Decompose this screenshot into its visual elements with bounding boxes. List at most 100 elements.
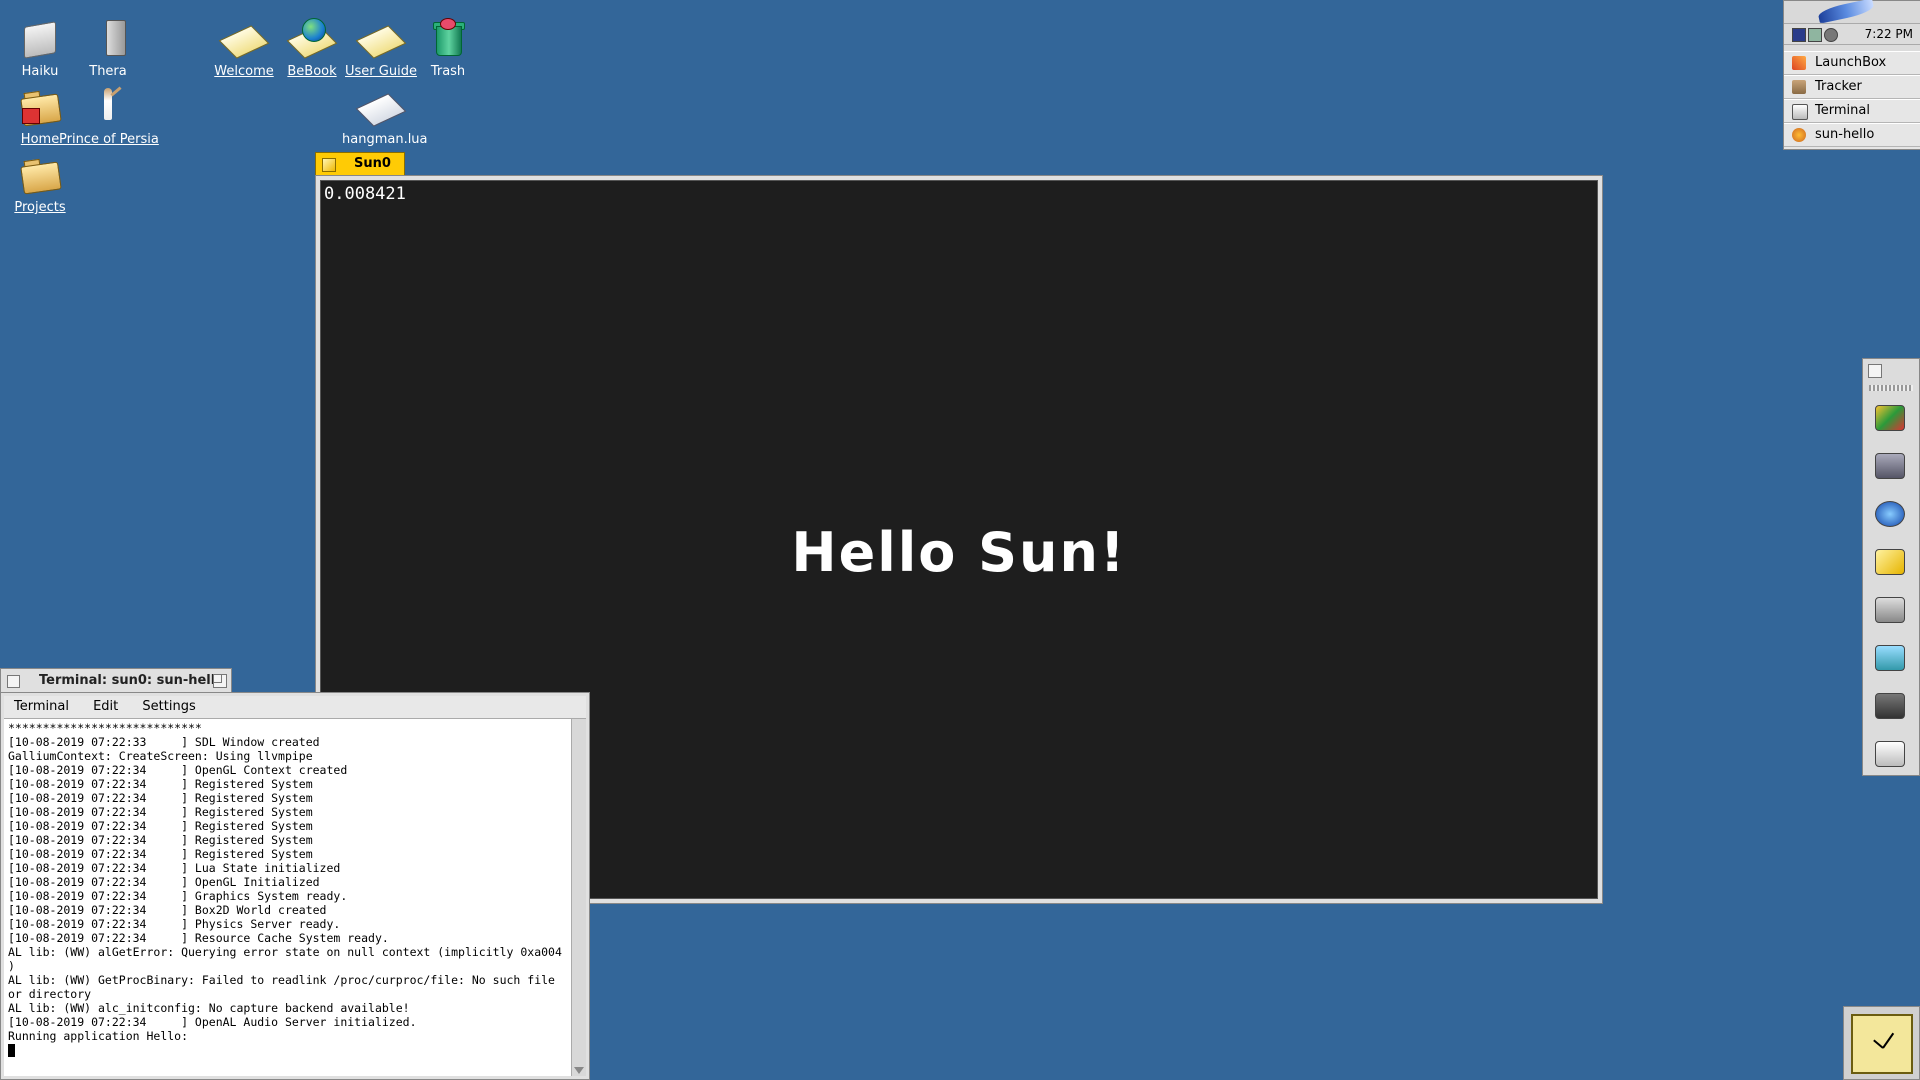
terminal-icon: [1792, 104, 1808, 120]
package-icon: [1875, 645, 1905, 671]
deskbar-app-sun-hello[interactable]: sun-hello: [1784, 123, 1920, 147]
desktop-icon-thera[interactable]: Thera: [68, 18, 148, 79]
menu-settings[interactable]: Settings: [132, 696, 205, 718]
network-icon[interactable]: [1808, 28, 1822, 42]
terminal-line: AL lib: (WW) alGetError: Querying error …: [8, 945, 562, 959]
terminal-line: ****************************: [8, 721, 202, 735]
launcher-button[interactable]: [1873, 689, 1907, 723]
menu-edit[interactable]: Edit: [83, 696, 128, 718]
terminal-line: [10-08-2019 07:22:34 ] Physics Server re…: [8, 917, 341, 931]
desktop-icon-label: BeBook: [287, 64, 337, 79]
terminal-line: [10-08-2019 07:22:34 ] Graphics System r…: [8, 889, 348, 903]
terminal-line: [10-08-2019 07:22:34 ] Registered System: [8, 847, 313, 861]
close-button[interactable]: [1868, 364, 1882, 378]
folder-icon: [18, 154, 62, 198]
document-icon: [218, 18, 270, 62]
clock-replicant[interactable]: [1843, 1006, 1920, 1080]
terminal-window-tab[interactable]: Terminal: sun0: sun-hello: [0, 668, 232, 692]
deskbar: 7:22 PM LaunchBox Tracker Terminal sun-h…: [1783, 0, 1920, 150]
terminal-line: [10-08-2019 07:22:34 ] Registered System: [8, 833, 313, 847]
terminal-line: [10-08-2019 07:22:34 ] OpenGL Initialize…: [8, 875, 320, 889]
rocket-icon: [1792, 56, 1806, 70]
desktop-icon-label: Projects: [14, 200, 66, 215]
leaf-menu-button[interactable]: [1784, 0, 1920, 24]
launcher-button[interactable]: [1873, 449, 1907, 483]
launcher-button[interactable]: [1873, 593, 1907, 627]
desktop-icon-prince-of-persia[interactable]: Prince of Persia: [59, 86, 159, 147]
deskbar-app-tracker[interactable]: Tracker: [1784, 75, 1920, 99]
trash-icon: [426, 18, 470, 62]
launcher-button[interactable]: [1873, 641, 1907, 675]
document-icon: [355, 86, 407, 130]
disk-icon: [1875, 693, 1905, 719]
home-folder-icon: [18, 86, 62, 130]
desktop-icon-label: Home: [20, 132, 60, 147]
deskbar-app-label: Tracker: [1815, 79, 1862, 94]
launcher-button[interactable]: [1873, 545, 1907, 579]
browser-icon: [1875, 501, 1905, 527]
deskbar-app-terminal[interactable]: Terminal: [1784, 99, 1920, 123]
document-icon: [355, 18, 407, 62]
globe-icon: [286, 18, 338, 62]
desktop-icon-label: Thera: [89, 64, 127, 79]
terminal-line: [10-08-2019 07:22:34 ] OpenAL Audio Serv…: [8, 1015, 417, 1029]
terminal-line: [10-08-2019 07:22:34 ] Registered System: [8, 819, 313, 833]
launcher-button[interactable]: [1873, 401, 1907, 435]
terminal-line: Running application Hello:: [8, 1029, 189, 1043]
desktop-icon-label: User Guide: [345, 64, 417, 79]
deskbar-app-launchbox[interactable]: LaunchBox: [1784, 51, 1920, 75]
menu-terminal[interactable]: Terminal: [4, 696, 79, 718]
desktop-icon-projects[interactable]: Projects: [0, 154, 80, 215]
terminal-line: GalliumContext: CreateScreen: Using llvm…: [8, 749, 313, 763]
desktop-icon-trash[interactable]: Trash: [408, 18, 488, 79]
volume-icon[interactable]: [1824, 28, 1838, 42]
app-icon: [1792, 128, 1806, 142]
scroll-down-arrow-icon[interactable]: [574, 1067, 584, 1074]
terminal-line: ): [8, 959, 15, 973]
clock-face-icon: [1851, 1014, 1913, 1074]
close-button[interactable]: [7, 675, 20, 688]
terminal-line: [10-08-2019 07:22:34 ] Registered System: [8, 777, 313, 791]
terminal-menubar: Terminal Edit Settings: [4, 696, 586, 719]
deskbar-clock[interactable]: 7:22 PM: [1865, 27, 1913, 41]
disk-icon: [86, 18, 130, 62]
terminal-window: Terminal Edit Settings *****************…: [0, 692, 590, 1080]
printer-icon: [1875, 741, 1905, 767]
desktop-icon-bebook[interactable]: BeBook: [272, 18, 352, 79]
camera-icon: [1875, 597, 1905, 623]
terminal-output[interactable]: **************************** [10-08-2019 …: [4, 719, 571, 1076]
hello-message: Hello Sun!: [791, 521, 1127, 584]
processcontroller-icon[interactable]: [1792, 28, 1806, 42]
desktop-icon-label: hangman.lua: [342, 132, 428, 147]
app-icon: [1875, 405, 1905, 431]
terminal-line: or directory: [8, 987, 92, 1001]
desktop-icon-label: Trash: [430, 64, 466, 79]
text-cursor: [8, 1044, 15, 1057]
launcher-replicant: [1862, 358, 1920, 776]
sun-window-tab[interactable]: Sun0: [315, 152, 405, 175]
desktop-icon-label: Haiku: [21, 64, 59, 79]
launcher-button[interactable]: [1873, 737, 1907, 771]
zoom-button[interactable]: [213, 674, 227, 688]
deskbar-app-label: LaunchBox: [1815, 55, 1887, 70]
deskbar-app-label: sun-hello: [1815, 127, 1875, 142]
terminal-line: AL lib: (WW) GetProcBinary: Failed to re…: [8, 973, 555, 987]
deskbar-app-label: Terminal: [1815, 103, 1870, 118]
window-title: Sun0: [354, 156, 391, 171]
drag-handle[interactable]: [1869, 385, 1913, 391]
system-tray: 7:22 PM: [1784, 24, 1920, 45]
tracker-icon: [1792, 80, 1806, 94]
launcher-button[interactable]: [1873, 497, 1907, 531]
terminal-line: [10-08-2019 07:22:34 ] Registered System: [8, 805, 313, 819]
haiku-leaf-icon: [1817, 0, 1875, 24]
terminal-line: [10-08-2019 07:22:34 ] Registered System: [8, 791, 313, 805]
terminal-line: [10-08-2019 07:22:34 ] OpenGL Context cr…: [8, 763, 348, 777]
terminal-line: [10-08-2019 07:22:34 ] Resource Cache Sy…: [8, 931, 389, 945]
desktop-icon-hangman[interactable]: hangman.lua: [341, 86, 428, 147]
frame-time-counter: 0.008421: [324, 184, 406, 204]
close-button[interactable]: [322, 158, 336, 172]
stylededit-icon: [1875, 549, 1905, 575]
desktop-icon-label: Welcome: [214, 64, 274, 79]
terminal-scrollbar[interactable]: [571, 719, 586, 1076]
terminal-line: [10-08-2019 07:22:34 ] Lua State initial…: [8, 861, 341, 875]
